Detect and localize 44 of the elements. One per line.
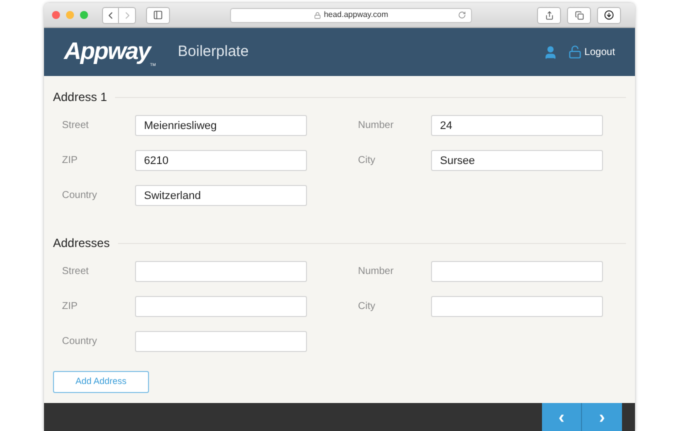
logo: Appway — [64, 37, 150, 65]
address-bar[interactable]: head.appway.com — [230, 8, 472, 22]
unlock-icon — [568, 45, 582, 59]
reload-icon[interactable] — [458, 11, 466, 19]
back-button[interactable] — [102, 6, 119, 24]
field-label: City — [358, 154, 376, 168]
app-title: Boilerplate — [178, 42, 249, 62]
share-button[interactable] — [537, 6, 561, 24]
maximize-icon[interactable] — [80, 11, 88, 19]
input-field[interactable] — [135, 331, 307, 352]
input-field[interactable] — [431, 261, 603, 282]
input-field[interactable]: Switzerland — [135, 185, 307, 206]
tabs-button[interactable] — [567, 6, 591, 24]
forward-button[interactable] — [119, 6, 136, 24]
field-label: Street — [62, 119, 90, 133]
downloads-button[interactable] — [597, 6, 621, 24]
field-label: City — [358, 300, 376, 314]
input-field[interactable]: 24 — [431, 115, 603, 136]
tabs-icon — [574, 10, 584, 20]
download-icon — [604, 10, 614, 20]
share-icon — [544, 10, 554, 20]
field-label: Number — [358, 265, 395, 279]
lock-icon — [314, 12, 321, 18]
input-field[interactable] — [135, 296, 307, 317]
minimize-icon[interactable] — [66, 11, 74, 19]
logout-button[interactable]: Logout — [568, 44, 615, 60]
section-title: Addresses — [53, 235, 110, 252]
field-label: ZIP — [62, 154, 79, 168]
section-title: Address 1 — [53, 89, 108, 106]
input-field[interactable] — [431, 296, 603, 317]
input-field[interactable]: Meienriesliweg — [135, 115, 307, 136]
field-label: Country — [62, 335, 98, 349]
sidebar-icon — [153, 10, 163, 20]
field-label: Country — [62, 189, 98, 203]
user-icon[interactable] — [543, 44, 558, 60]
sidebar-button[interactable] — [146, 6, 170, 24]
close-icon[interactable] — [52, 11, 60, 19]
input-field[interactable]: Sursee — [431, 150, 603, 171]
field-label: Number — [358, 119, 395, 133]
field-label: Street — [62, 265, 90, 279]
input-field[interactable] — [135, 261, 307, 282]
field-label: ZIP — [62, 300, 79, 314]
url-text: head.appway.com — [324, 9, 388, 21]
input-field[interactable]: 6210 — [135, 150, 307, 171]
